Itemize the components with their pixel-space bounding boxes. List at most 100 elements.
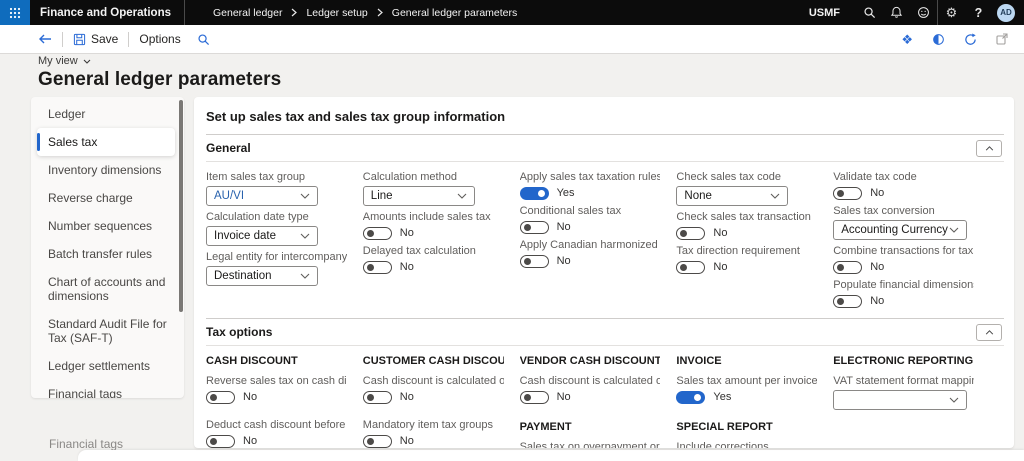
field-label: Calculation date type [206, 211, 309, 223]
back-arrow-icon [39, 34, 51, 44]
breadcrumb-current-page[interactable]: General ledger parameters [392, 7, 517, 19]
tab-reverse-charge[interactable]: Reverse charge [31, 184, 184, 212]
field-check-sales-tax-transaction: Check sales tax transaction No [676, 211, 817, 240]
open-in-new-window-button[interactable] [996, 33, 1008, 45]
company-picker[interactable]: USMF [809, 7, 840, 19]
field-calculation-method: Calculation method Line [362, 171, 504, 206]
legal-entity-intercompany-tax-dropdown[interactable]: Destination [206, 266, 318, 286]
populate-financial-dimensions-toggle[interactable] [833, 294, 863, 308]
refresh-button[interactable] [964, 33, 977, 46]
search-icon [198, 33, 209, 45]
vat-statement-format-mapping-dropdown[interactable] [833, 390, 968, 410]
chevron-down-icon [771, 193, 780, 199]
apply-canadian-harmonized-toggle[interactable] [519, 254, 549, 268]
chevron-up-icon [985, 329, 993, 335]
field-label: Combine transactions for tax sett... [833, 245, 974, 257]
field-sales-tax-on-overpayment: Sales tax on overpayment or und... No [520, 441, 661, 448]
field-calculation-date-type: Calculation date type Invoice date [206, 211, 347, 246]
tab-financial-tags[interactable]: Financial tags [31, 380, 184, 398]
search-icon [864, 7, 876, 19]
field-label: Sales tax conversion [833, 205, 935, 217]
field-validate-tax-code: Validate tax code No [833, 171, 974, 200]
chevron-down-icon [457, 193, 467, 199]
apply-sales-tax-taxation-rules-toggle[interactable] [519, 186, 549, 200]
bell-icon [890, 6, 903, 18]
personalize-button[interactable]: ❖ [901, 33, 913, 46]
settings-button[interactable]: ⚙ [938, 0, 965, 25]
back-button[interactable] [38, 33, 52, 45]
tax-col-3: VENDOR CASH DISCOUNT Cash discount is ca… [519, 355, 661, 448]
tab-chart-of-accounts-and-dimensions[interactable]: Chart of accounts and dimensions [31, 268, 184, 310]
conditional-sales-tax-toggle[interactable] [519, 220, 549, 234]
calculation-date-type-dropdown[interactable]: Invoice date [206, 226, 318, 246]
field-legal-entity-intercompany-tax: Legal entity for intercompany tax... Des… [206, 251, 347, 286]
tab-ledger[interactable]: Ledger [31, 100, 184, 128]
tab-standard-audit-file-for-tax[interactable]: Standard Audit File for Tax (SAF-T) [31, 310, 184, 352]
options-button[interactable]: Options [139, 32, 180, 46]
field-label: Conditional sales tax [519, 205, 622, 217]
tab-number-sequences[interactable]: Number sequences [31, 212, 184, 240]
avatar[interactable]: AD [997, 3, 1015, 22]
save-icon [73, 33, 86, 45]
tab-inventory-dimensions[interactable]: Inventory dimensions [31, 156, 184, 184]
copilot-button[interactable] [932, 33, 945, 46]
nav-scrollbar[interactable] [179, 100, 183, 312]
breadcrumb: General ledger Ledger setup General ledg… [213, 7, 517, 19]
field-item-sales-tax-group: Item sales tax group AU/VI [206, 171, 347, 206]
item-sales-tax-group-dropdown[interactable]: AU/VI [206, 186, 318, 206]
feedback-button[interactable] [910, 0, 937, 25]
view-selector[interactable]: My view [38, 55, 281, 67]
collapse-general-button[interactable] [976, 139, 1002, 157]
field-sales-tax-amount-per-invoice-line: Sales tax amount per invoice line Yes [676, 375, 818, 404]
validate-tax-code-toggle[interactable] [833, 186, 863, 200]
field-label: Mandatory item tax groups [362, 419, 494, 431]
chevron-up-icon [985, 145, 993, 151]
field-apply-sales-tax-taxation-rules: Apply sales tax taxation rules Yes [519, 171, 661, 200]
collapse-tax-options-button[interactable] [976, 323, 1002, 341]
help-button[interactable]: ? [965, 0, 992, 25]
group-header-cash-discount: CASH DISCOUNT [206, 355, 298, 367]
breadcrumb-general-ledger[interactable]: General ledger [213, 7, 282, 19]
deduct-cash-discount-toggle[interactable] [206, 434, 235, 448]
chevron-down-icon [300, 233, 310, 239]
breadcrumb-ledger-setup[interactable]: Ledger setup [306, 7, 367, 19]
notifications-button[interactable] [883, 0, 910, 25]
field-mandatory-item-tax-groups: Mandatory item tax groups No [362, 419, 504, 448]
field-check-sales-tax-code: Check sales tax code None [676, 171, 817, 206]
search-button[interactable] [856, 0, 883, 25]
sales-tax-conversion-dropdown[interactable]: Accounting Currency [833, 220, 968, 240]
app-launcher-button[interactable] [0, 0, 30, 25]
tab-ledger-settlements[interactable]: Ledger settlements [31, 352, 184, 380]
combine-transactions-toggle[interactable] [833, 260, 863, 274]
app-name[interactable]: Finance and Operations [40, 7, 171, 19]
vendor-cash-discount-calculated-toggle[interactable] [519, 390, 549, 404]
diamond-icon: ❖ [901, 31, 913, 47]
check-sales-tax-transaction-toggle[interactable] [676, 226, 706, 240]
customer-cash-discount-calculated-toggle[interactable] [362, 390, 392, 404]
appbar-divider [184, 0, 185, 25]
tab-sales-tax[interactable]: Sales tax [37, 128, 175, 156]
tab-financial-tags-overflow[interactable]: Financial tags [49, 437, 123, 451]
field-label: Apply Canadian harmonized sale... [519, 239, 661, 251]
mandatory-item-tax-groups-toggle[interactable] [362, 434, 392, 448]
group-header-invoice: INVOICE [676, 355, 722, 367]
sales-tax-amount-per-invoice-line-toggle[interactable] [676, 390, 706, 404]
page-header: My view General ledger parameters [38, 55, 281, 91]
toolbar-search-button[interactable] [197, 33, 210, 46]
tax-direction-requirement-toggle[interactable] [676, 260, 706, 274]
field-vendor-cash-discount-calculated: Cash discount is calculated on a... No [519, 375, 661, 404]
save-button[interactable]: Save [73, 32, 118, 46]
toolbar-right: ❖ [901, 33, 1024, 46]
amounts-include-sales-tax-toggle[interactable] [362, 226, 392, 240]
check-sales-tax-code-dropdown[interactable]: None [676, 186, 789, 206]
general-col-2: Calculation method Line Amounts include … [362, 171, 504, 308]
calculation-method-dropdown[interactable]: Line [362, 186, 475, 206]
field-customer-cash-discount-calculated: Cash discount is calculated on a... No [362, 375, 504, 404]
general-col-3: Apply sales tax taxation rules Yes Condi… [519, 171, 661, 308]
reverse-sales-tax-on-cash-discount-toggle[interactable] [206, 390, 235, 404]
tax-options-fields-grid: CASH DISCOUNT Reverse sales tax on cash … [206, 346, 1004, 448]
delayed-tax-calculation-toggle[interactable] [362, 260, 392, 274]
smiley-icon [918, 7, 929, 18]
tab-batch-transfer-rules[interactable]: Batch transfer rules [31, 240, 184, 268]
field-label: Apply sales tax taxation rules [519, 171, 661, 183]
